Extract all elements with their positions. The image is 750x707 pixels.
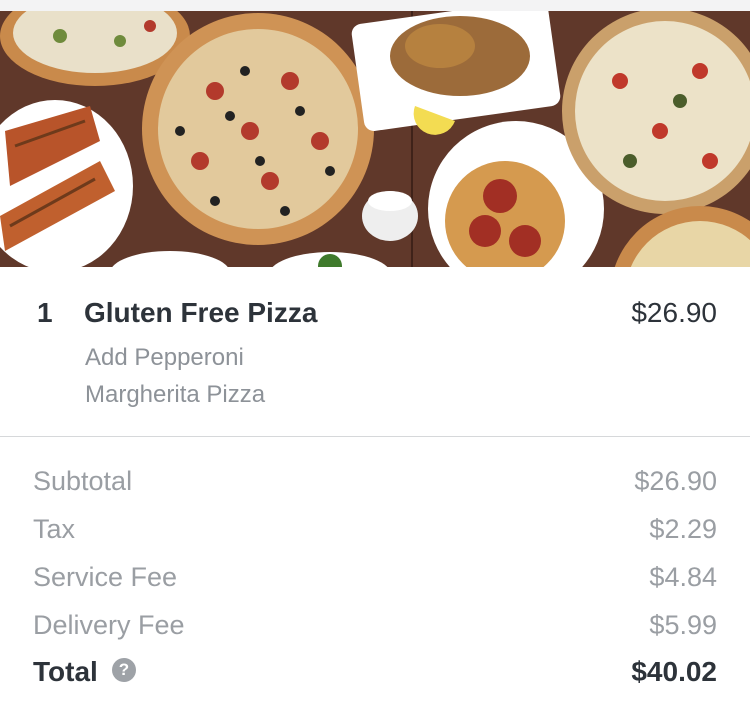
- tax-value: $2.29: [649, 514, 717, 544]
- subtotal-row: Subtotal $26.90: [0, 462, 750, 510]
- item-price: $26.90: [631, 297, 717, 328]
- tax-label: Tax: [33, 514, 76, 544]
- total-value: $40.02: [631, 656, 717, 687]
- total-label: Total: [33, 656, 98, 687]
- item-modifiers-list: Add Pepperoni Margherita Pizza: [85, 339, 265, 413]
- order-item-row[interactable]: 1 Gluten Free Pizza $26.90 Add Pepperoni…: [0, 267, 750, 436]
- item-modifier: Add Pepperoni: [85, 344, 244, 371]
- subtotal-value: $26.90: [634, 466, 717, 496]
- section-divider: [0, 436, 750, 437]
- delivery-fee-label: Delivery Fee: [33, 610, 185, 640]
- item-quantity: 1: [37, 297, 53, 328]
- service-fee-label: Service Fee: [33, 562, 178, 592]
- order-summary: Subtotal $26.90 Tax $2.29 Service Fee $4…: [0, 462, 750, 702]
- delivery-fee-row: Delivery Fee $5.99: [0, 606, 750, 654]
- restaurant-hero-image: [0, 11, 750, 267]
- item-modifier: Margherita Pizza: [85, 381, 266, 408]
- service-fee-value: $4.84: [649, 562, 717, 592]
- top-status-strip: [0, 0, 750, 11]
- item-name: Gluten Free Pizza: [84, 297, 318, 328]
- subtotal-label: Subtotal: [33, 466, 133, 496]
- service-fee-row: Service Fee $4.84: [0, 558, 750, 606]
- delivery-fee-value: $5.99: [649, 610, 717, 640]
- tax-row: Tax $2.29: [0, 510, 750, 558]
- question-circle-icon[interactable]: ?: [112, 658, 136, 682]
- total-row: Total ? $40.02: [0, 654, 750, 702]
